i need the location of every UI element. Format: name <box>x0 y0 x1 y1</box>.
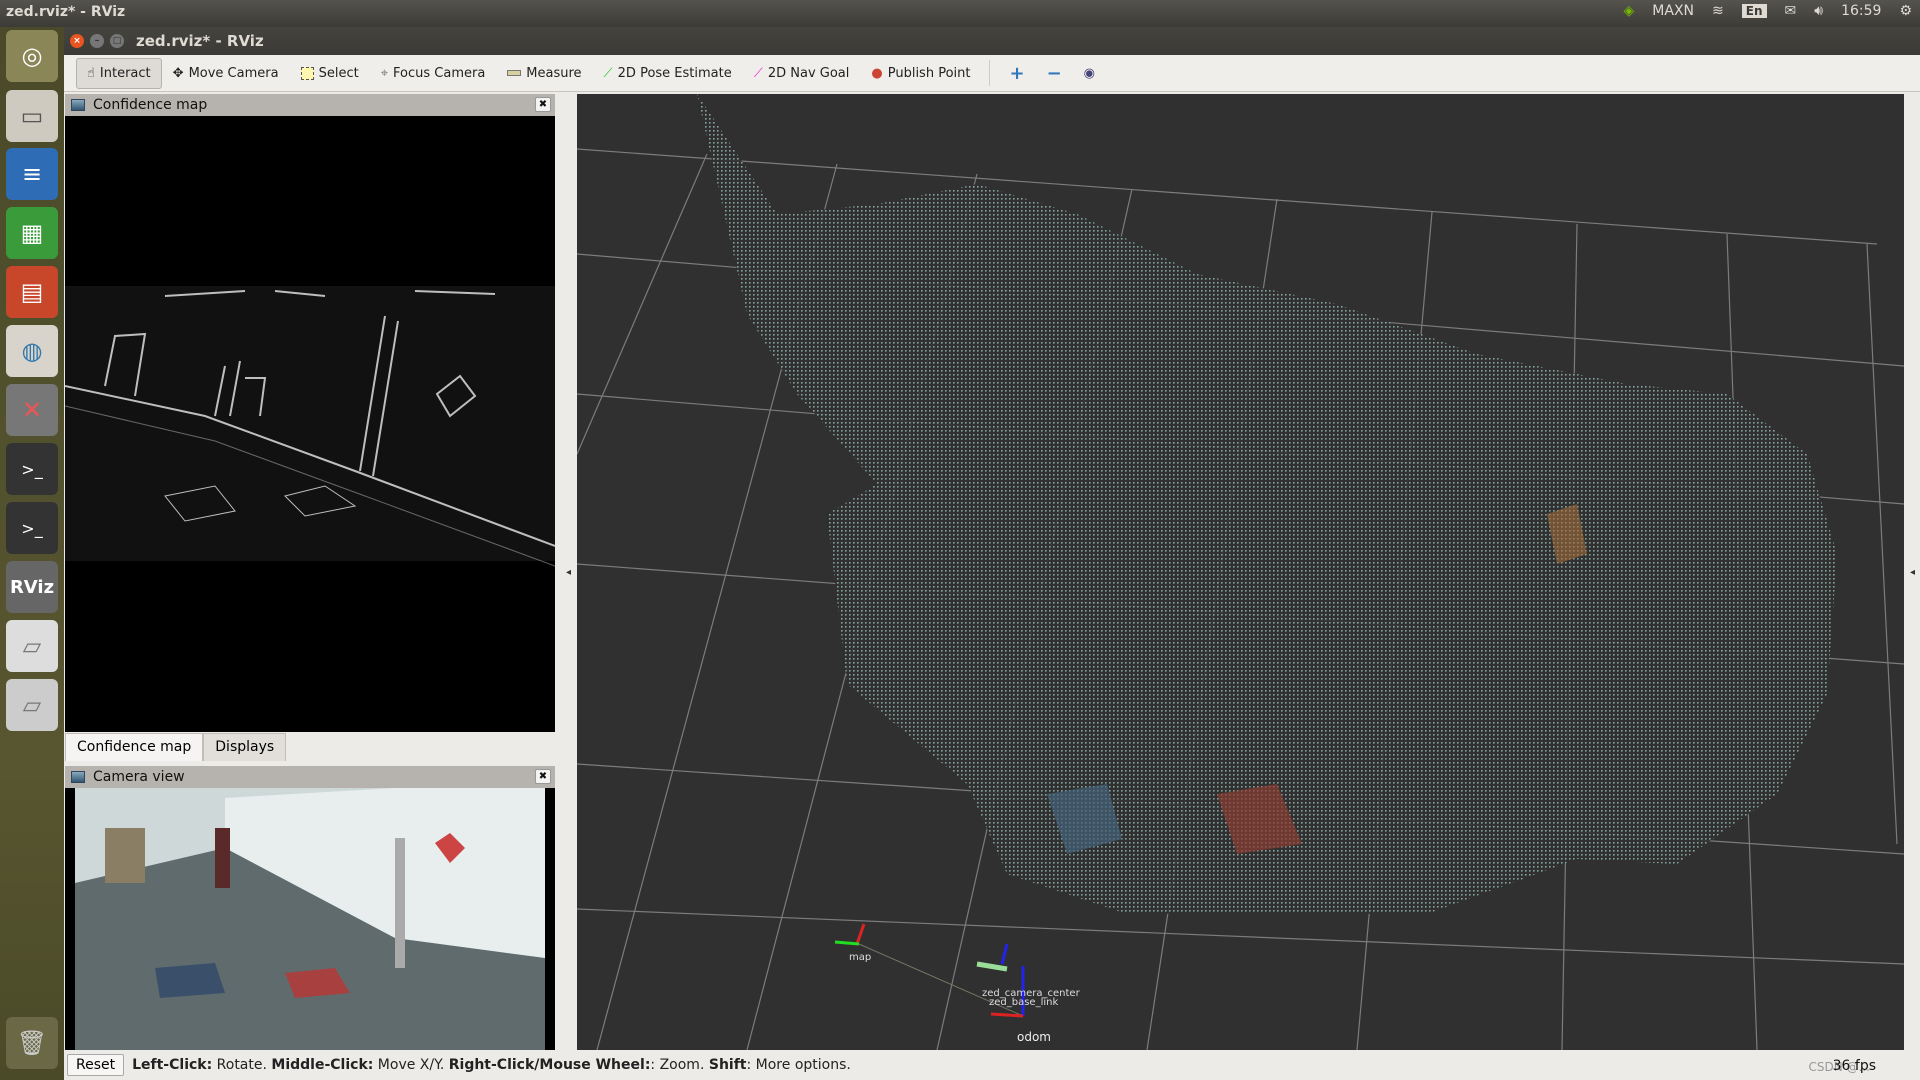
power-mode[interactable]: MAXN <box>1652 3 1694 19</box>
tool-label: 2D Pose Estimate <box>617 65 732 81</box>
tool-properties-button[interactable]: ◉ <box>1073 58 1106 89</box>
software-center-icon[interactable]: ◍ <box>6 325 58 377</box>
drive-icon[interactable]: ▱ <box>6 679 58 731</box>
toolbar-separator <box>989 60 991 86</box>
panel-title: Confidence map <box>93 97 208 113</box>
tool-2d-nav-goal[interactable]: ⟋ 2D Nav Goal <box>743 58 861 89</box>
frame-label-map: map <box>849 952 871 963</box>
green-arrow-icon: ⟋ <box>603 65 613 81</box>
rviz-window: × – □ zed.rviz* - RViz ☝ Interact ✥ Move C… <box>64 27 1920 1080</box>
top-panel: zed.rviz* - RViz ◈ MAXN ≋ En ✉ 🔊︎ 16:59 … <box>0 0 1920 27</box>
add-tool-button[interactable]: + <box>998 58 1035 89</box>
eye-icon: ◉ <box>1083 65 1096 81</box>
hint-text: Left-Click: Rotate. Middle-Click: Move X… <box>132 1057 851 1073</box>
files-icon[interactable]: ▭ <box>6 90 58 142</box>
tool-measure[interactable]: Measure <box>496 58 592 89</box>
tool-label: 2D Nav Goal <box>767 65 850 81</box>
minus-icon: − <box>1046 62 1062 84</box>
toolbar: ☝ Interact ✥ Move Camera Select ⌖ Focus Cam… <box>64 55 1920 92</box>
close-panel-button[interactable]: ✖ <box>535 769 551 784</box>
dash-icon[interactable]: ◎ <box>6 30 58 82</box>
status-bar: Reset Left-Click: Rotate. Middle-Click: … <box>64 1050 1920 1080</box>
camera-view-header: Camera view ✖ <box>65 766 555 788</box>
image-icon <box>71 99 85 111</box>
trash-icon[interactable]: 🗑︎ <box>6 1017 58 1069</box>
active-window-title: zed.rviz* - RViz <box>6 4 126 20</box>
window-title: zed.rviz* - RViz <box>136 32 264 50</box>
tool-label: Focus Camera <box>393 65 486 81</box>
writer-icon[interactable]: ≡ <box>6 148 58 200</box>
drive-icon[interactable]: ▱ <box>6 620 58 672</box>
tool-label: Measure <box>526 65 582 81</box>
collapse-left-handle[interactable]: ◂ <box>566 567 571 578</box>
plus-icon: + <box>1009 62 1025 84</box>
tool-label: Move Camera <box>188 65 279 81</box>
tool-label: Publish Point <box>887 65 971 81</box>
close-panel-button[interactable]: ✖ <box>535 97 551 112</box>
minimize-button[interactable]: – <box>90 34 104 48</box>
nvidia-icon[interactable]: ◈ <box>1624 3 1635 19</box>
tool-move-camera[interactable]: ✥ Move Camera <box>162 58 290 89</box>
tool-select[interactable]: Select <box>290 58 370 89</box>
frame-label-base-link: zed_base_link <box>989 997 1058 1008</box>
crosshair-icon: ⌖ <box>380 65 389 81</box>
tool-publish-point[interactable]: ● Publish Point <box>860 58 981 89</box>
collapse-right-handle[interactable]: ◂ <box>1910 567 1915 578</box>
move-icon: ✥ <box>172 65 184 81</box>
panel-tabs: Confidence map Displays <box>65 733 287 761</box>
select-icon <box>300 66 314 80</box>
clock[interactable]: 16:59 <box>1841 3 1881 19</box>
volume-icon[interactable]: 🔊︎ <box>1814 3 1823 19</box>
3d-view[interactable]: map zed_camera_center zed_base_link odom <box>577 94 1904 1050</box>
calc-icon[interactable]: ▦ <box>6 207 58 259</box>
window-titlebar: × – □ zed.rviz* - RViz <box>64 27 1920 55</box>
tool-interact[interactable]: ☝ Interact <box>76 57 162 89</box>
tool-2d-pose-estimate[interactable]: ⟋ 2D Pose Estimate <box>593 58 743 89</box>
pin-icon: ● <box>871 65 883 81</box>
close-window-button[interactable]: × <box>70 34 84 48</box>
mail-icon[interactable]: ✉ <box>1785 3 1797 19</box>
rviz-icon[interactable]: RViz <box>6 561 58 613</box>
panel-title: Camera view <box>93 769 185 785</box>
terminal-icon[interactable]: >_ <box>6 443 58 495</box>
tool-label: Interact <box>99 65 151 81</box>
camera-icon <box>71 771 85 783</box>
wifi-icon[interactable]: ≋ <box>1712 3 1724 19</box>
remove-tool-button[interactable]: − <box>1036 58 1073 89</box>
gear-icon[interactable]: ⚙ <box>1899 3 1912 19</box>
pink-arrow-icon: ⟋ <box>753 65 763 81</box>
maximize-button[interactable]: □ <box>110 34 124 48</box>
frame-label-odom: odom <box>1017 1030 1051 1044</box>
tool-label: Select <box>318 65 359 81</box>
system-settings-icon[interactable]: ✕ <box>6 384 58 436</box>
camera-view-image <box>65 788 555 1050</box>
reset-button[interactable]: Reset <box>67 1054 125 1076</box>
confidence-map-header: Confidence map ✖ <box>65 94 555 116</box>
impress-icon[interactable]: ▤ <box>6 266 58 318</box>
confidence-map-image <box>65 116 555 732</box>
hand-icon: ☝ <box>87 65 95 81</box>
tool-focus-camera[interactable]: ⌖ Focus Camera <box>370 58 497 89</box>
terminal-icon[interactable]: >_ <box>6 502 58 554</box>
launcher: ◎ ▭ ≡ ▦ ▤ ◍ ✕ >_ >_ RViz ▱ ▱ 🗑︎ <box>0 27 64 1080</box>
tab-confidence-map[interactable]: Confidence map <box>65 733 204 761</box>
keyboard-layout[interactable]: En <box>1741 4 1767 18</box>
fps-counter: 36 fps <box>1832 1058 1876 1074</box>
ruler-icon <box>507 70 522 76</box>
tab-displays[interactable]: Displays <box>203 733 287 761</box>
